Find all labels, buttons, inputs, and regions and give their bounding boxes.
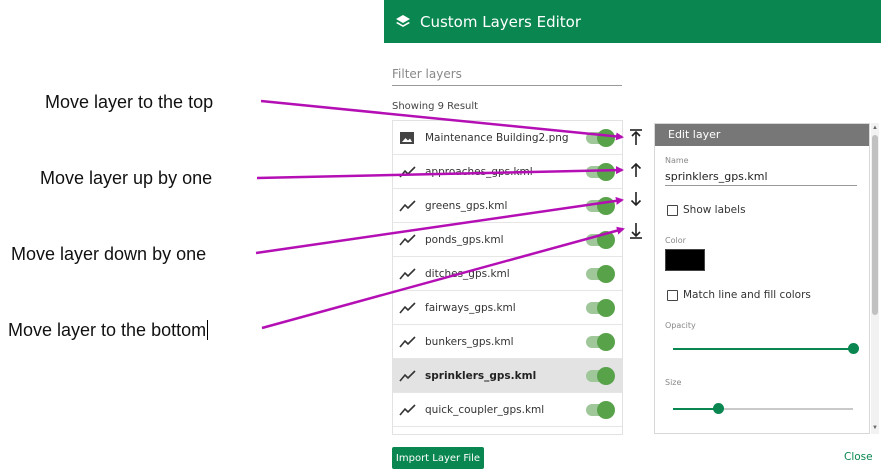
- toggle-knob: [597, 231, 615, 249]
- toggle-knob: [597, 265, 615, 283]
- size-slider-track: [673, 408, 718, 410]
- line-icon: [399, 403, 417, 417]
- layer-row[interactable]: fairways_gps.kml: [393, 291, 622, 325]
- layer-name: fairways_gps.kml: [425, 301, 516, 314]
- layer-row[interactable]: Maintenance Building2.png: [393, 121, 622, 155]
- line-icon: [399, 267, 417, 281]
- layer-name: ponds_gps.kml: [425, 233, 504, 246]
- layer-visibility-toggle[interactable]: [586, 367, 615, 385]
- size-slider-knob[interactable]: [713, 403, 724, 414]
- layer-row[interactable]: approaches_gps.kml: [393, 155, 622, 189]
- toggle-knob: [597, 197, 615, 215]
- show-labels-label: Show labels: [683, 204, 746, 216]
- opacity-slider-track: [673, 348, 853, 350]
- arrow-down-icon: [630, 192, 642, 207]
- edit-layer-header: Edit layer: [655, 124, 869, 146]
- annotation-move-bottom-text: Move layer to the bottom: [8, 320, 207, 340]
- annotation-move-top: Move layer to the top: [45, 92, 214, 112]
- layer-row[interactable]: sprinklers_gps.kml: [393, 359, 622, 393]
- layer-row[interactable]: quick_coupler_gps.kml: [393, 393, 622, 427]
- text-cursor: [207, 320, 209, 340]
- image-icon: [399, 131, 417, 145]
- layer-visibility-toggle[interactable]: [586, 129, 615, 147]
- toggle-knob: [597, 401, 615, 419]
- line-icon: [399, 369, 417, 383]
- layer-name: approaches_gps.kml: [425, 165, 533, 178]
- move-to-top-button[interactable]: [628, 128, 644, 146]
- color-swatch[interactable]: [665, 249, 705, 271]
- color-label: Color: [665, 236, 686, 245]
- toggle-knob: [597, 367, 615, 385]
- dialog-title: Custom Layers Editor: [420, 12, 582, 31]
- opacity-label: Opacity: [665, 321, 696, 330]
- move-to-bottom-button[interactable]: [628, 222, 644, 240]
- layer-name-field[interactable]: [665, 168, 857, 186]
- scroll-down-icon[interactable]: ▼: [872, 425, 878, 431]
- show-labels-checkbox[interactable]: [667, 205, 678, 216]
- layer-visibility-toggle[interactable]: [586, 231, 615, 249]
- opacity-slider-knob[interactable]: [848, 343, 859, 354]
- toggle-knob: [597, 129, 615, 147]
- line-icon: [399, 233, 417, 247]
- layer-name: bunkers_gps.kml: [425, 335, 514, 348]
- move-down-button[interactable]: [628, 190, 644, 208]
- line-icon: [399, 335, 417, 349]
- layer-row[interactable]: ponds_gps.kml: [393, 223, 622, 257]
- close-link[interactable]: Close: [844, 451, 873, 463]
- layer-list: Maintenance Building2.png approaches_gps.…: [392, 120, 623, 435]
- layer-name: Maintenance Building2.png: [425, 131, 569, 144]
- layer-row[interactable]: bunkers_gps.kml: [393, 325, 622, 359]
- move-up-button[interactable]: [628, 161, 644, 179]
- layer-visibility-toggle[interactable]: [586, 265, 615, 283]
- layer-name: greens_gps.kml: [425, 199, 508, 212]
- layer-visibility-toggle[interactable]: [586, 197, 615, 215]
- custom-layers-editor-dialog: Custom Layers Editor Showing 9 Result Ma…: [384, 0, 881, 474]
- toggle-knob: [597, 163, 615, 181]
- toggle-knob: [597, 333, 615, 351]
- layer-visibility-toggle[interactable]: [586, 163, 615, 181]
- line-icon: [399, 199, 417, 213]
- move-to-bottom-icon: [630, 223, 642, 239]
- layer-row[interactable]: greens_gps.kml: [393, 189, 622, 223]
- line-icon: [399, 301, 417, 315]
- layer-visibility-toggle[interactable]: [586, 299, 615, 317]
- layer-name: sprinklers_gps.kml: [425, 369, 537, 382]
- dialog-titlebar: Custom Layers Editor: [384, 0, 881, 43]
- results-count: Showing 9 Result: [392, 101, 479, 112]
- line-icon: [399, 165, 417, 179]
- annotation-move-down: Move layer down by one: [11, 244, 207, 264]
- layer-name: ditches_gps.kml: [425, 267, 510, 280]
- toggle-knob: [597, 299, 615, 317]
- edit-panel-scrollbar[interactable]: ▲ ▼: [871, 123, 879, 434]
- size-label: Size: [665, 378, 682, 387]
- layer-name: quick_coupler_gps.kml: [425, 403, 545, 416]
- match-colors-checkbox[interactable]: [667, 290, 678, 301]
- scrollbar-thumb[interactable]: [872, 135, 878, 315]
- filter-layers-input[interactable]: [392, 64, 622, 86]
- annotation-move-up: Move layer up by one: [40, 168, 213, 188]
- move-to-top-icon: [630, 129, 642, 145]
- name-label: Name: [665, 156, 689, 165]
- layers-icon: [394, 13, 412, 31]
- edit-layer-panel: Edit layer Name Show labels Color Match …: [654, 123, 870, 434]
- arrow-up-icon: [630, 162, 642, 177]
- match-colors-label: Match line and fill colors: [683, 289, 811, 301]
- scroll-up-icon[interactable]: ▲: [872, 125, 878, 131]
- layer-visibility-toggle[interactable]: [586, 401, 615, 419]
- layer-row[interactable]: ditches_gps.kml: [393, 257, 622, 291]
- import-layer-file-button[interactable]: Import Layer File: [392, 447, 484, 469]
- layer-visibility-toggle[interactable]: [586, 333, 615, 351]
- annotation-move-bottom: Move layer to the bottom: [8, 320, 209, 341]
